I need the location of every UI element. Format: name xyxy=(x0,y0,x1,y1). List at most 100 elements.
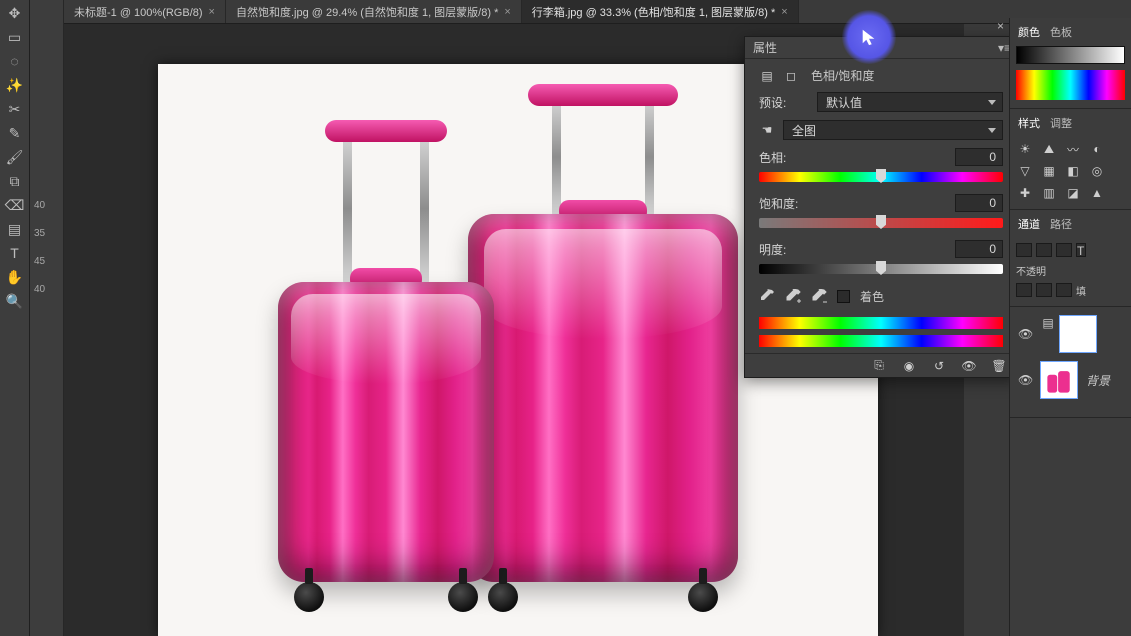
view-previous-icon[interactable]: ◉ xyxy=(901,358,917,374)
close-icon[interactable]: × xyxy=(209,6,215,18)
preset-select[interactable]: 默认值 xyxy=(817,92,1003,112)
move-tool-icon[interactable]: ✥ xyxy=(1,2,29,24)
marquee-tool-icon[interactable]: ▭ xyxy=(1,26,29,48)
tab-paths[interactable]: 路径 xyxy=(1050,216,1072,232)
hue-value: 0 xyxy=(989,150,996,164)
eyedropper-icon[interactable] xyxy=(759,289,775,305)
color-field[interactable] xyxy=(1016,70,1125,100)
eyedropper-minus-icon[interactable] xyxy=(811,289,827,305)
preset-label: 预设: xyxy=(759,94,809,111)
layer-row[interactable]: 👁 ▤ xyxy=(1016,311,1125,357)
channels-palette: 通道 路径 T 不透明 填 xyxy=(1010,210,1131,307)
lightness-slider[interactable] xyxy=(759,264,1003,274)
properties-panel[interactable]: × 属性 ▾≡ ▤ ◻ 色相/饱和度 预设: 默认值 ☚ 全图 色相: 0 饱和… xyxy=(744,36,1018,378)
tab-adjust[interactable]: 调整 xyxy=(1050,115,1072,131)
colorize-label: 着色 xyxy=(860,288,884,305)
type-tool-icon[interactable]: T xyxy=(1,242,29,264)
adjustment-name: 色相/饱和度 xyxy=(811,67,874,84)
clone-tool-icon[interactable]: ⧉ xyxy=(1,170,29,192)
filter-pixel-icon[interactable] xyxy=(1036,243,1052,257)
tab-label: 自然饱和度.jpg @ 29.4% (自然饱和度 1, 图层蒙版/8) * xyxy=(236,4,498,20)
meas-value: 40 xyxy=(30,284,63,312)
preset-vibrance-icon[interactable]: ▽ xyxy=(1016,163,1034,179)
preset-posterize-icon[interactable]: ▲ xyxy=(1088,185,1106,201)
lock-pixels-icon[interactable] xyxy=(1016,283,1032,297)
document-tab[interactable]: 自然饱和度.jpg @ 29.4% (自然饱和度 1, 图层蒙版/8) * × xyxy=(226,0,522,23)
adjustment-thumb-icon: ▤ xyxy=(759,68,775,84)
preset-channel-mixer-icon[interactable]: ✚ xyxy=(1016,185,1034,201)
suitcase-large xyxy=(468,214,738,582)
options-strip: 40 35 45 40 xyxy=(30,0,64,636)
brush-tool-icon[interactable]: 🖌 xyxy=(1,146,29,168)
visibility-icon[interactable]: 👁 xyxy=(961,358,977,374)
layer-row[interactable]: 👁 背景 xyxy=(1016,357,1125,403)
wand-tool-icon[interactable]: ✨ xyxy=(1,74,29,96)
targeted-adjust-icon[interactable]: ☚ xyxy=(759,122,775,138)
spectrum-before xyxy=(759,317,1003,329)
blend-mode-select[interactable] xyxy=(1016,243,1032,257)
layer-mask-thumbnail[interactable] xyxy=(1059,315,1097,353)
suitcase-small xyxy=(278,282,494,582)
meas-value: 35 xyxy=(30,228,63,256)
reset-icon[interactable]: ↺ xyxy=(931,358,947,374)
tab-swatches[interactable]: 色板 xyxy=(1050,24,1072,40)
meas-value: 40 xyxy=(30,200,63,228)
hand-tool-icon[interactable]: ✋ xyxy=(1,266,29,288)
close-icon[interactable]: × xyxy=(504,6,510,18)
gradient-tool-icon[interactable]: ▤ xyxy=(1,218,29,240)
crop-tool-icon[interactable]: ✂ xyxy=(1,98,29,120)
eyedropper-tool-icon[interactable]: ✎ xyxy=(1,122,29,144)
slider-thumb[interactable] xyxy=(876,215,886,229)
slider-thumb[interactable] xyxy=(876,169,886,183)
preset-bw-icon[interactable]: ◧ xyxy=(1064,163,1082,179)
panel-title: 属性 xyxy=(753,39,777,56)
slider-thumb[interactable] xyxy=(876,261,886,275)
colorize-checkbox[interactable] xyxy=(837,290,850,303)
saturation-label: 饱和度: xyxy=(759,195,809,212)
preset-exposure-icon[interactable]: ◐ xyxy=(1088,141,1106,157)
gray-ramp[interactable] xyxy=(1016,46,1125,64)
preset-levels-icon[interactable]: ⛰ xyxy=(1040,141,1058,157)
tab-color[interactable]: 颜色 xyxy=(1018,24,1040,40)
trash-icon[interactable]: 🗑 xyxy=(991,358,1007,374)
zoom-tool-icon[interactable]: 🔍 xyxy=(1,290,29,312)
range-select[interactable]: 全图 xyxy=(783,120,1003,140)
lightness-label: 明度: xyxy=(759,241,809,258)
document-tab[interactable]: 未标题-1 @ 100%(RGB/8) × xyxy=(64,0,226,23)
opacity-label: 不透明 xyxy=(1016,263,1046,278)
preset-brightness-icon[interactable]: ☀ xyxy=(1016,141,1034,157)
tab-label: 行李箱.jpg @ 33.3% (色相/饱和度 1, 图层蒙版/8) * xyxy=(532,4,775,20)
lightness-value-input[interactable]: 0 xyxy=(955,240,1003,258)
hue-value-input[interactable]: 0 xyxy=(955,148,1003,166)
cursor-highlight xyxy=(842,10,896,64)
lasso-tool-icon[interactable]: ◌ xyxy=(1,50,29,72)
preset-hue-icon[interactable]: ▦ xyxy=(1040,163,1058,179)
tab-channels[interactable]: 通道 xyxy=(1018,216,1040,232)
preset-value: 默认值 xyxy=(826,94,862,111)
visibility-icon[interactable]: 👁 xyxy=(1018,373,1032,387)
clip-to-layer-icon[interactable]: ⎘ xyxy=(871,358,887,374)
eraser-tool-icon[interactable]: ⌫ xyxy=(1,194,29,216)
tab-styles[interactable]: 样式 xyxy=(1018,115,1040,131)
visibility-icon[interactable]: 👁 xyxy=(1018,327,1032,341)
lock-position-icon[interactable] xyxy=(1036,283,1052,297)
saturation-slider[interactable] xyxy=(759,218,1003,228)
document-tab[interactable]: 行李箱.jpg @ 33.3% (色相/饱和度 1, 图层蒙版/8) * × xyxy=(522,0,799,23)
filter-adjust-icon[interactable] xyxy=(1056,243,1072,257)
meas-value: 45 xyxy=(30,256,63,284)
preset-lookup-icon[interactable]: ▥ xyxy=(1040,185,1058,201)
lock-all-icon[interactable] xyxy=(1056,283,1072,297)
tool-palette: ✥ ▭ ◌ ✨ ✂ ✎ 🖌 ⧉ ⌫ ▤ T ✋ 🔍 xyxy=(0,0,30,636)
layers-palette: 👁 ▤ 👁 背景 xyxy=(1010,307,1131,418)
preset-curves-icon[interactable]: 〰 xyxy=(1064,141,1082,157)
preset-photo-filter-icon[interactable]: ◎ xyxy=(1088,163,1106,179)
range-value: 全图 xyxy=(792,122,816,139)
layer-name[interactable]: 背景 xyxy=(1086,372,1110,389)
eyedropper-plus-icon[interactable] xyxy=(785,289,801,305)
hue-label: 色相: xyxy=(759,149,809,166)
layer-thumbnail[interactable] xyxy=(1040,361,1078,399)
close-icon[interactable]: × xyxy=(781,6,787,18)
saturation-value-input[interactable]: 0 xyxy=(955,194,1003,212)
preset-invert-icon[interactable]: ◪ xyxy=(1064,185,1082,201)
hue-slider[interactable] xyxy=(759,172,1003,182)
